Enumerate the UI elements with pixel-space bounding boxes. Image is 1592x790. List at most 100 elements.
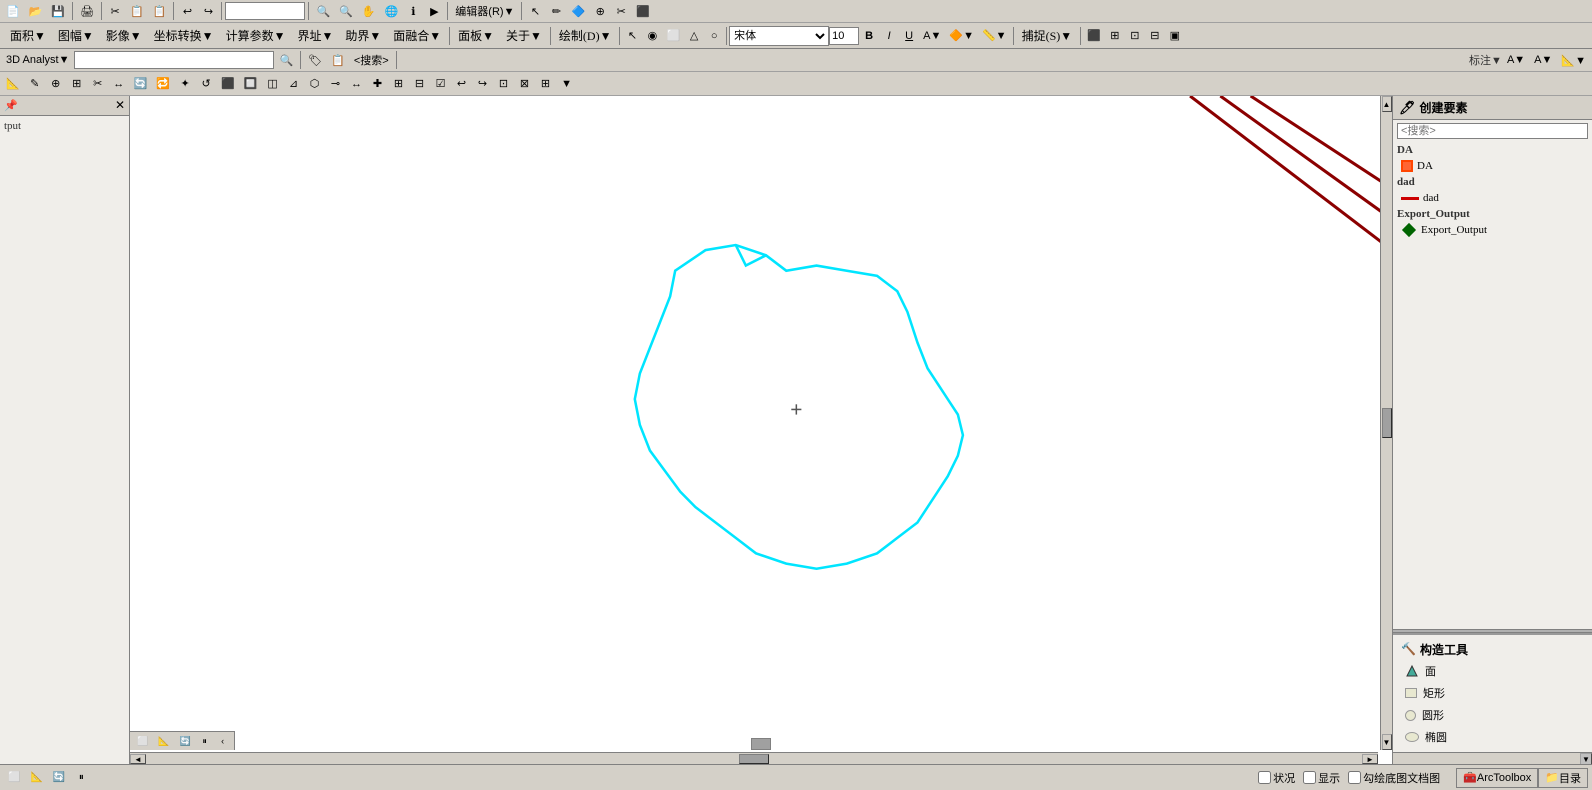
snap-5[interactable]: ▣	[1165, 26, 1185, 46]
scroll-right-btn[interactable]: ►	[1362, 754, 1378, 764]
tool-a2[interactable]: 📋	[327, 50, 349, 70]
status-cb-3[interactable]: 勾绘底图文档图	[1348, 770, 1440, 786]
close-left-panel-btn[interactable]: ✕	[115, 98, 125, 113]
full-extent-btn[interactable]: 🌐	[381, 1, 403, 21]
draw-r23[interactable]: ↪	[473, 74, 493, 94]
print-btn[interactable]: 🖨	[76, 1, 98, 21]
tool-rect[interactable]: 矩形	[1397, 682, 1588, 704]
catalog-tab[interactable]: 📁 目录	[1538, 768, 1588, 788]
scroll-thumb-v[interactable]	[1382, 408, 1392, 438]
draw-r14[interactable]: ⊿	[284, 74, 304, 94]
draw-r17[interactable]: ↔	[347, 74, 367, 94]
tool-circle[interactable]: 圆形	[1397, 704, 1588, 726]
edit-tool-1[interactable]: ↖	[525, 1, 545, 21]
layer-group-dad[interactable]: dad	[1393, 174, 1592, 190]
map-ctrl-2[interactable]: 📐	[154, 733, 173, 749]
edit-tool-3[interactable]: 🔷	[567, 1, 589, 21]
snap-3[interactable]: ⊡	[1125, 26, 1145, 46]
select-btn[interactable]: ▶	[424, 1, 444, 21]
draw-tool-4[interactable]: ○	[704, 26, 724, 46]
font-select[interactable]: 宋体	[729, 26, 829, 46]
line-color-btn[interactable]: 📏▼	[978, 26, 1011, 46]
menu-area[interactable]: 面积▼	[4, 25, 52, 46]
layer-item-dad[interactable]: dad	[1393, 190, 1592, 206]
tool-a3[interactable]: <搜索>	[350, 50, 393, 70]
right-panel-scrollbar[interactable]: ▼	[1393, 752, 1592, 764]
layer-group-DA[interactable]: DA	[1393, 142, 1592, 158]
menu-image[interactable]: 影像▼	[100, 25, 148, 46]
menu-about[interactable]: 关于▼	[500, 25, 548, 46]
edit-tool-6[interactable]: ⬛	[632, 1, 654, 21]
draw-tool-2[interactable]: ⬜	[662, 26, 684, 46]
draw-r1[interactable]: 📐	[2, 74, 24, 94]
draw-r19[interactable]: ⊞	[389, 74, 409, 94]
font-size-input[interactable]	[829, 27, 859, 45]
layer-item-export[interactable]: Export_Output	[1393, 222, 1592, 238]
draw-cursor-btn[interactable]: ↖	[622, 26, 642, 46]
draw-r2[interactable]: ✎	[25, 74, 45, 94]
cb-status[interactable]	[1258, 771, 1271, 784]
draw-r11[interactable]: ⬛	[217, 74, 239, 94]
3d-search-btn[interactable]: 🔍	[275, 50, 297, 70]
snap-2[interactable]: ⊞	[1105, 26, 1125, 46]
underline-btn[interactable]: U	[899, 26, 919, 46]
draw-r3[interactable]: ⊕	[46, 74, 66, 94]
draw-tool-3[interactable]: △	[684, 26, 704, 46]
draw-r16[interactable]: ⊸	[326, 74, 346, 94]
scale-input[interactable]: 1:000	[225, 2, 305, 20]
menu-calc[interactable]: 计算参数▼	[220, 25, 292, 46]
status-cb-1[interactable]: 状况	[1258, 770, 1295, 786]
status-btn-2[interactable]: 📐	[26, 769, 46, 787]
map-ctrl-4[interactable]: ⏸	[197, 733, 213, 749]
snap-4[interactable]: ⊟	[1145, 26, 1165, 46]
draw-r6[interactable]: ↔	[109, 74, 129, 94]
font-color-btn[interactable]: A▼	[919, 26, 945, 46]
draw-r15[interactable]: ⬡	[305, 74, 325, 94]
3d-analyst-btn[interactable]: 3D Analyst▼	[2, 50, 73, 70]
scrollbar-h[interactable]: ◄ ►	[130, 752, 1378, 764]
draw-r7[interactable]: 🔄	[130, 74, 152, 94]
draw-r25[interactable]: ⊠	[515, 74, 535, 94]
map-canvas[interactable]: ▲ ▼ ◄ ► ⬜ 📐 🔄 ⏸ ‹	[130, 96, 1392, 764]
draw-r27[interactable]: ▼	[557, 74, 577, 94]
copy-btn[interactable]: 📋	[126, 1, 148, 21]
right-scroll-down[interactable]: ▼	[1580, 753, 1592, 765]
draw-r22[interactable]: ↩	[452, 74, 472, 94]
draw-tool-1[interactable]: ◉	[642, 26, 662, 46]
cut-btn[interactable]: ✂	[105, 1, 125, 21]
draw-r20[interactable]: ⊟	[410, 74, 430, 94]
edit-tool-4[interactable]: ⊕	[590, 1, 610, 21]
undo-btn[interactable]: ↩	[177, 1, 197, 21]
zoom-in-btn[interactable]: 🔍	[312, 1, 334, 21]
layer-group-export[interactable]: Export_Output	[1393, 206, 1592, 222]
menu-assist[interactable]: 助界▼	[339, 25, 387, 46]
status-cb-2[interactable]: 显示	[1303, 770, 1340, 786]
edit-tool-5[interactable]: ✂	[611, 1, 631, 21]
map-ctrl-5[interactable]: ‹	[215, 733, 231, 749]
menu-coord[interactable]: 坐标转换▼	[148, 25, 220, 46]
pan-btn[interactable]: ✋	[358, 1, 380, 21]
draw-r5[interactable]: ✂	[88, 74, 108, 94]
draw-r4[interactable]: ⊞	[67, 74, 87, 94]
tool-a1[interactable]: 🏷	[304, 50, 326, 70]
tool-ellipse[interactable]: 椭圆	[1397, 726, 1588, 748]
italic-btn[interactable]: I	[879, 26, 899, 46]
scroll-left-btn[interactable]: ◄	[130, 754, 146, 764]
scrollbar-v[interactable]: ▲ ▼	[1380, 96, 1392, 750]
edit-tool-2[interactable]: ✏	[546, 1, 566, 21]
scroll-thumb-h[interactable]	[739, 754, 769, 764]
draw-r8[interactable]: 🔁	[152, 74, 174, 94]
draw-r13[interactable]: ◫	[263, 74, 283, 94]
map-ctrl-3[interactable]: 🔄	[175, 733, 194, 749]
draw-r9[interactable]: ✦	[175, 74, 195, 94]
identify-btn[interactable]: ℹ	[403, 1, 423, 21]
menu-boundary[interactable]: 界址▼	[291, 25, 339, 46]
map-ctrl-1[interactable]: ⬜	[133, 733, 152, 749]
cb-sketch[interactable]	[1348, 771, 1361, 784]
zoom-out-btn[interactable]: 🔍	[335, 1, 357, 21]
label-btn3[interactable]: 📐▼	[1557, 50, 1590, 70]
menu-snap[interactable]: 捕捉(S)▼	[1016, 25, 1079, 46]
draw-r21[interactable]: ☑	[431, 74, 451, 94]
new-btn[interactable]: 📄	[2, 1, 24, 21]
menu-draw[interactable]: 绘制(D)▼	[553, 25, 618, 46]
